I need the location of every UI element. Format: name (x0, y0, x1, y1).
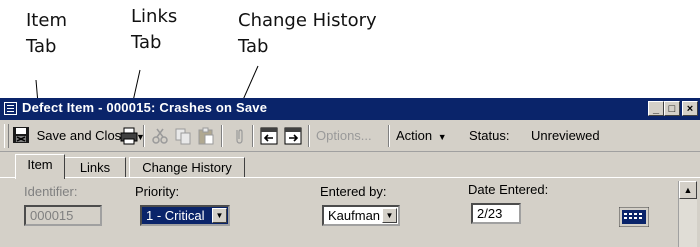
next-item-icon[interactable] (284, 127, 302, 145)
cut-icon[interactable] (151, 127, 169, 145)
previous-item-icon[interactable] (260, 127, 278, 145)
minimize-button[interactable]: _ (648, 101, 664, 116)
scroll-up-icon[interactable]: ▲ (679, 181, 697, 199)
window-title: Defect Item - 000015: Crashes on Save (22, 100, 268, 115)
action-menu-button[interactable]: Action ▼ (396, 126, 447, 146)
date-entered-field[interactable]: 2/23 (471, 203, 521, 224)
toolbar-separator (308, 125, 310, 147)
tab-item[interactable]: Item (15, 154, 65, 179)
toolbar-separator (388, 125, 390, 147)
tab-divider (0, 177, 700, 178)
maximize-button[interactable]: □ (664, 101, 680, 116)
date-entered-label: Date Entered: (468, 182, 549, 197)
title-bar[interactable]: Defect Item - 000015: Crashes on Save _ … (0, 98, 700, 120)
toolbar-separator (252, 125, 254, 147)
calendar-icon[interactable] (619, 207, 649, 227)
status-label: Status: (469, 128, 510, 143)
entered-by-label: Entered by: (320, 184, 387, 199)
options-button[interactable]: Options... (316, 126, 372, 146)
chevron-down-icon[interactable]: ▼ (382, 208, 397, 223)
identifier-label: Identifier: (24, 184, 78, 199)
identifier-field: 000015 (24, 205, 102, 226)
defect-item-window: Defect Item - 000015: Crashes on Save _ … (0, 98, 700, 247)
tab-change-history[interactable]: Change History (129, 157, 245, 177)
copy-icon[interactable] (174, 127, 192, 145)
priority-label: Priority: (135, 184, 180, 199)
toolbar: Save and Close ▼ Options... Action ▼ Sta… (0, 121, 700, 152)
vertical-scrollbar[interactable]: ▲ (678, 181, 697, 247)
tab-strip: Item Links Change History (0, 154, 700, 179)
print-icon[interactable] (120, 127, 138, 145)
save-icon (13, 127, 29, 143)
chevron-down-icon: ▼ (437, 132, 447, 142)
toolbar-separator (143, 125, 145, 147)
chevron-down-icon[interactable]: ▼ (212, 208, 227, 223)
tab-links[interactable]: Links (64, 157, 126, 177)
status-value: Unreviewed (531, 128, 600, 143)
toolbar-grip[interactable] (4, 124, 9, 148)
toolbar-separator (221, 125, 223, 147)
paste-icon[interactable] (197, 127, 215, 145)
attach-icon[interactable] (230, 127, 248, 145)
close-button[interactable]: × (682, 101, 698, 116)
form-icon (4, 102, 17, 115)
